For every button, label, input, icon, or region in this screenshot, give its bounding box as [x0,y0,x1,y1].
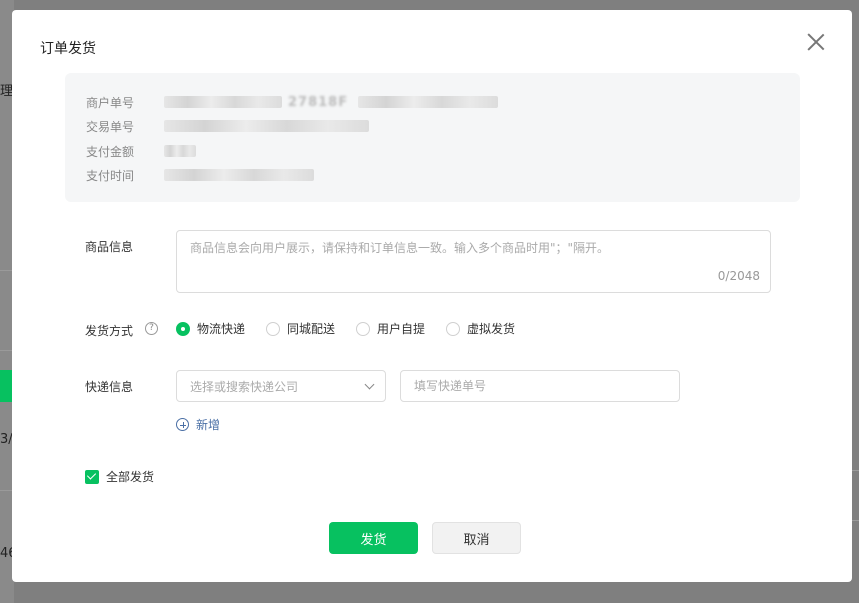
tracking-number-input[interactable] [400,370,680,402]
radio-same-city[interactable]: 同城配送 [266,320,335,337]
merchant-order-row: 商户单号 27818F [86,94,499,110]
chevron-down-icon [364,379,375,390]
add-express-label: 新增 [196,418,221,432]
background-divider [851,520,859,521]
radio-self-pickup[interactable]: 用户自提 [356,320,425,337]
redacted-value [358,96,499,108]
background-divider [0,270,12,271]
radio-label: 物流快递 [197,322,246,336]
radio-label: 用户自提 [377,322,426,336]
order-info-panel: 商户单号 27818F 交易单号 支付金额 支付时间 [65,73,800,202]
radio-dot [446,321,461,336]
close-icon[interactable] [806,32,826,52]
all-ship-checkbox[interactable]: 全部发货 [85,468,154,485]
shipping-method-label: 发货方式 [85,324,134,338]
all-ship-label: 全部发货 [106,470,155,484]
merchant-order-label: 商户单号 [86,95,135,110]
express-company-select[interactable]: 选择或搜索快递公司 [176,370,386,402]
radio-logistics[interactable]: 物流快递 [176,320,245,337]
amount-row: 支付金额 [86,143,196,159]
express-company-placeholder: 选择或搜索快递公司 [190,379,299,394]
transaction-label: 交易单号 [86,119,135,134]
plus-circle-icon [176,418,189,431]
radio-virtual[interactable]: 虚拟发货 [446,320,515,337]
redacted-value [164,96,282,108]
radio-dot-checked [176,321,190,336]
merchant-order-value: 27818F [288,94,349,110]
background-divider [0,350,12,351]
radio-label: 同城配送 [287,322,336,336]
background-divider [851,470,859,471]
express-info-label: 快递信息 [85,380,134,394]
pay-time-label: 支付时间 [86,168,135,183]
redacted-value [164,120,369,132]
radio-label: 虚拟发货 [467,322,516,336]
product-info-placeholder: 商品信息会向用户展示，请保持和订单信息一致。输入多个商品时用"；"隔开。 [190,241,610,255]
char-counter: 0/2048 [717,269,760,283]
amount-label: 支付金额 [86,144,135,159]
dialog-title: 订单发货 [40,41,96,57]
cancel-button[interactable]: 取消 [432,522,521,554]
shipping-method-radio-group: 物流快递 同城配送 用户自提 虚拟发货 [176,320,536,337]
radio-dot [356,321,371,336]
ship-button[interactable]: 发货 [329,522,418,554]
background-text: 3/ [0,432,13,447]
redacted-value [164,145,196,157]
product-info-textarea[interactable]: 商品信息会向用户展示，请保持和订单信息一致。输入多个商品时用"；"隔开。 0/2… [176,230,771,293]
radio-dot [266,321,281,336]
checkbox-checked-icon [85,469,99,484]
background-divider [0,490,12,491]
redacted-value [164,169,314,181]
transaction-row: 交易单号 [86,118,369,134]
product-info-label: 商品信息 [85,240,134,254]
pay-time-row: 支付时间 [86,167,314,183]
background-button [0,370,12,402]
add-express-button[interactable]: 新增 [176,416,220,433]
order-ship-dialog: 订单发货 商户单号 27818F 交易单号 支付金额 支付时间 商品信息 商品信… [12,10,852,582]
help-icon[interactable]: ? [145,322,158,335]
